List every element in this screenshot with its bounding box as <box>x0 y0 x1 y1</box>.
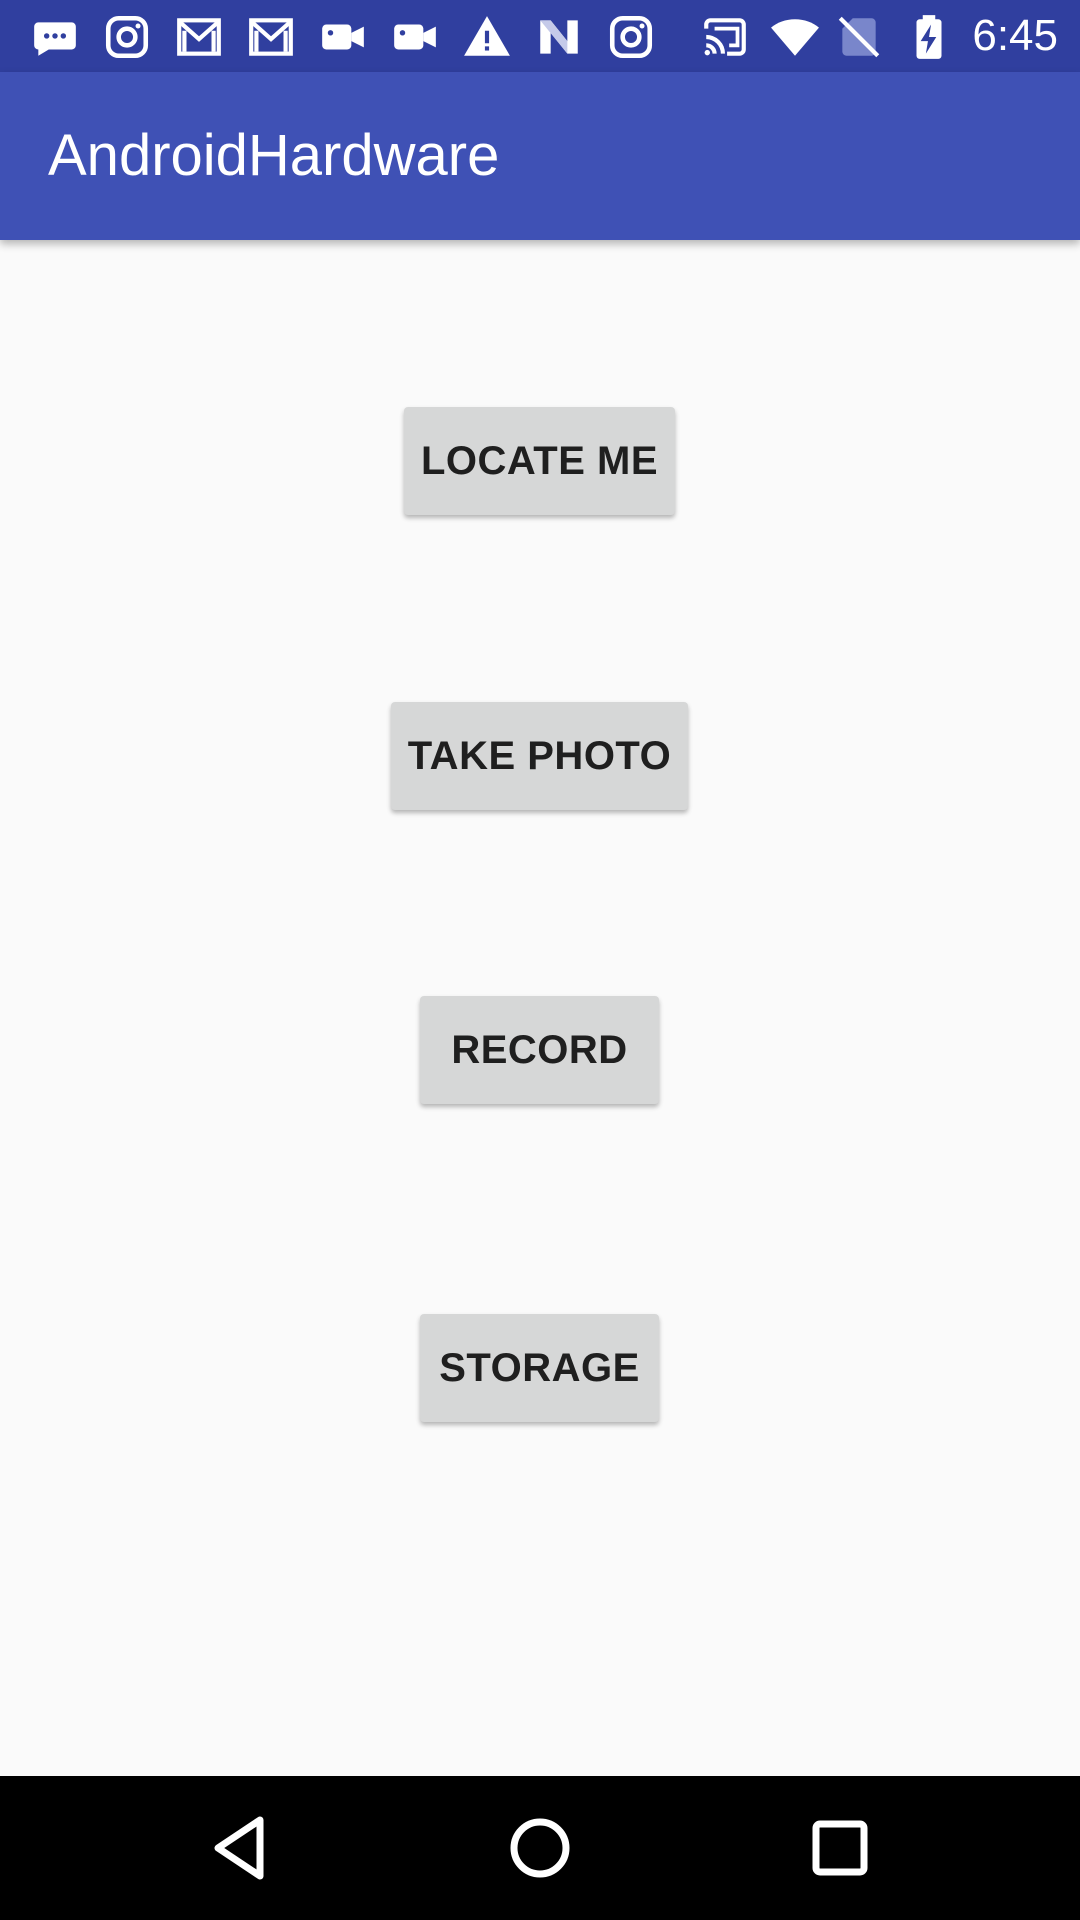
back-icon[interactable] <box>200 1808 280 1888</box>
gmail-icon <box>174 12 224 62</box>
record-button[interactable]: RECORD <box>420 996 659 1104</box>
recents-icon[interactable] <box>800 1808 880 1888</box>
locate-me-button[interactable]: LOCATE ME <box>404 407 675 515</box>
app-bar: AndroidHardware <box>0 72 1080 240</box>
instagram-icon <box>102 12 152 62</box>
status-bar: 6:45 <box>0 0 1080 72</box>
storage-button[interactable]: STORAGE <box>420 1314 659 1422</box>
navigation-bar <box>0 1776 1080 1920</box>
messaging-icon <box>30 12 80 62</box>
no-sim-icon <box>834 12 884 62</box>
warning-icon <box>462 12 512 62</box>
take-photo-button[interactable]: TAKE PHOTO <box>391 702 688 810</box>
clock-time: 6:45 <box>972 11 1058 60</box>
cast-icon <box>700 12 750 62</box>
home-icon[interactable] <box>500 1808 580 1888</box>
gmail-icon <box>246 12 296 62</box>
battery-charging-icon <box>904 12 954 62</box>
video-camera-icon <box>390 12 440 62</box>
video-camera-icon <box>318 12 368 62</box>
instagram-icon <box>606 12 656 62</box>
app-title: AndroidHardware <box>48 123 500 188</box>
n-icon <box>534 12 584 62</box>
main-content: LOCATE ME TAKE PHOTO RECORD STORAGE <box>0 240 1080 1776</box>
wifi-icon <box>770 12 820 62</box>
